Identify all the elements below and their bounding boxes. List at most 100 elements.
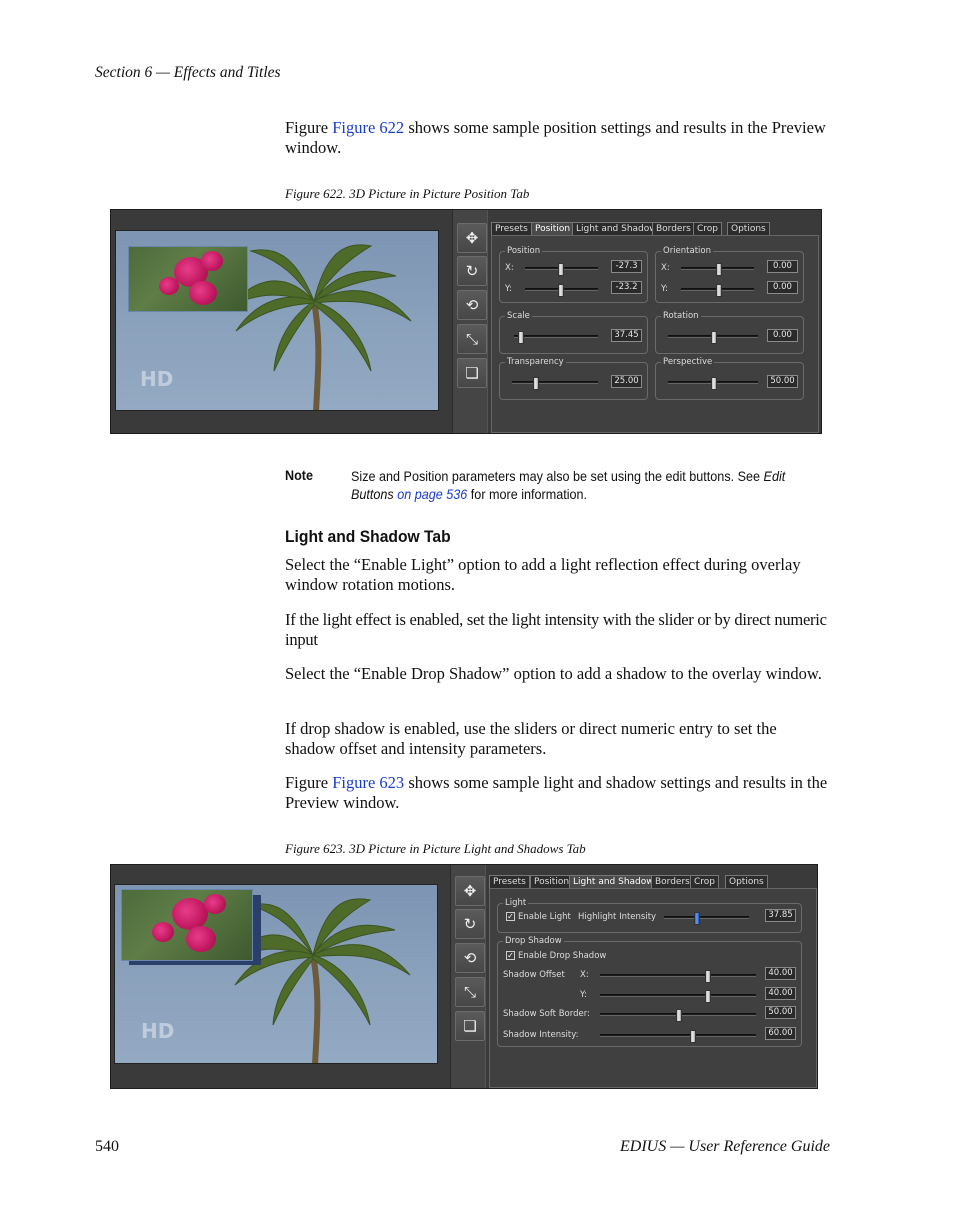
slider-thumb[interactable] [716,284,722,297]
tab-bar: Presets Position Light and Shadow Border… [489,875,817,889]
shadow-soft-border-field[interactable]: 50.00 [765,1006,796,1019]
slider-thumb[interactable] [711,331,717,344]
slider-thumb[interactable] [676,1009,682,1022]
slider-thumb[interactable] [690,1030,696,1043]
scale-field[interactable]: 37.45 [611,329,642,342]
shadow-intensity-field[interactable]: 60.00 [765,1027,796,1040]
para-prefix: Figure [285,773,333,792]
enable-light-checkbox[interactable]: ✓ [506,912,515,921]
paragraph: Select the “Enable Light” option to add … [285,555,801,594]
rotation-group-title: Rotation [661,311,701,321]
fit-icon[interactable]: ⤡ [455,977,485,1007]
reset-rotate-icon[interactable]: ⟲ [455,943,485,973]
tab-borders[interactable]: Borders [651,875,694,889]
tab-position[interactable]: Position [530,875,574,889]
tab-light-and-shadow[interactable]: Light and Shadow [569,875,658,889]
slider-thumb[interactable] [694,912,700,925]
orientation-x-field[interactable]: 0.00 [767,260,798,273]
figure-622-link[interactable]: Figure 622 [332,118,404,137]
rotate-icon[interactable]: ↻ [457,256,487,286]
tab-presets[interactable]: Presets [491,222,532,236]
light-and-shadow-heading: Light and Shadow Tab [285,527,451,546]
tab-crop[interactable]: Crop [690,875,720,889]
transparency-slider[interactable] [512,377,598,390]
position-x-field[interactable]: -27.3 [611,260,642,273]
position-group: Position X: -27.3 Y: -23.2 [499,246,648,303]
scale-group-title: Scale [505,311,532,321]
reset-rotate-icon[interactable]: ⟲ [457,290,487,320]
slider-thumb[interactable] [558,263,564,276]
position-y-slider[interactable] [525,284,598,297]
hd-logo: HD [141,1019,175,1043]
rotation-slider[interactable] [668,331,758,344]
figure-623-screenshot: HD ✥ ↻ ⟲ ⤡ ❏ Presets Position Light and … [110,864,818,1089]
transparency-field[interactable]: 25.00 [611,375,642,388]
tab-light-and-shadow[interactable]: Light and Shadow [572,222,661,236]
window-icon[interactable]: ❏ [455,1011,485,1041]
y-label: Y: [661,284,668,294]
orientation-y-slider[interactable] [681,284,754,297]
figure-623-link[interactable]: Figure 623 [332,773,404,792]
tab-options[interactable]: Options [725,875,768,889]
x-label: X: [661,263,670,273]
page-536-link[interactable]: on page 536 [397,486,467,502]
note-text-after: for more information. [467,486,588,502]
rotate-icon[interactable]: ↻ [455,909,485,939]
rotation-field[interactable]: 0.00 [767,329,798,342]
position-tab-panel: Position X: -27.3 Y: -23.2 Orientation X… [491,235,819,433]
highlight-intensity-slider[interactable] [664,912,749,925]
perspective-field[interactable]: 50.00 [767,375,798,388]
paragraph: If drop shadow is enabled, use the slide… [285,719,777,758]
tab-position[interactable]: Position [531,222,575,236]
position-x-slider[interactable] [525,263,598,276]
highlight-intensity-label: Highlight Intensity [578,912,657,922]
orientation-x-slider[interactable] [681,263,754,276]
drop-shadow-group-title: Drop Shadow [503,936,564,946]
perspective-group-title: Perspective [661,357,715,367]
shadow-offset-y-field[interactable]: 40.00 [765,987,796,1000]
page-number: 540 [95,1138,119,1155]
orientation-y-field[interactable]: 0.00 [767,281,798,294]
slider-thumb[interactable] [558,284,564,297]
figure-622-caption: Figure 622. 3D Picture in Picture Positi… [285,186,530,201]
paragraph: Select the “Enable Drop Shadow” option t… [285,664,822,683]
preview-window: HD [115,230,439,411]
slider-thumb[interactable] [716,263,722,276]
tab-borders[interactable]: Borders [652,222,695,236]
flower [204,894,226,914]
scale-slider[interactable] [514,331,598,344]
tab-options[interactable]: Options [727,222,770,236]
shadow-offset-label: Shadow Offset [503,970,565,980]
orientation-group-title: Orientation [661,246,713,256]
note-text-before: Size and Position parameters may also be… [351,468,764,484]
highlight-intensity-field[interactable]: 37.85 [765,909,796,922]
enable-drop-shadow-checkbox[interactable]: ✓ [506,951,515,960]
shadow-offset-y-slider[interactable] [600,990,756,1003]
tab-bar: Presets Position Light and Shadow Border… [491,222,821,236]
fig622-intro-paragraph: Figure Figure 622 shows some sample posi… [285,118,830,158]
move-icon[interactable]: ✥ [455,876,485,906]
flower [159,277,179,295]
window-icon[interactable]: ❏ [457,358,487,388]
fig623-intro-paragraph: Figure Figure 623 shows some sample ligh… [285,773,830,813]
move-icon[interactable]: ✥ [457,223,487,253]
transparency-group: Transparency 25.00 [499,357,648,400]
enable-light-label: Enable Light [518,912,571,922]
tab-presets[interactable]: Presets [489,875,530,889]
tab-crop[interactable]: Crop [693,222,723,236]
pip-inset-image [128,246,248,312]
slider-thumb[interactable] [711,377,717,390]
position-y-field[interactable]: -23.2 [611,281,642,294]
shadow-intensity-slider[interactable] [600,1030,756,1043]
running-header: Section 6 — Effects and Titles [95,64,281,81]
pip-inset-image [121,889,253,961]
shadow-offset-x-slider[interactable] [600,970,756,983]
slider-thumb[interactable] [705,970,711,983]
slider-thumb[interactable] [705,990,711,1003]
slider-thumb[interactable] [533,377,539,390]
shadow-offset-x-field[interactable]: 40.00 [765,967,796,980]
slider-thumb[interactable] [518,331,524,344]
perspective-slider[interactable] [668,377,758,390]
fit-icon[interactable]: ⤡ [457,324,487,354]
shadow-soft-border-slider[interactable] [600,1009,756,1022]
